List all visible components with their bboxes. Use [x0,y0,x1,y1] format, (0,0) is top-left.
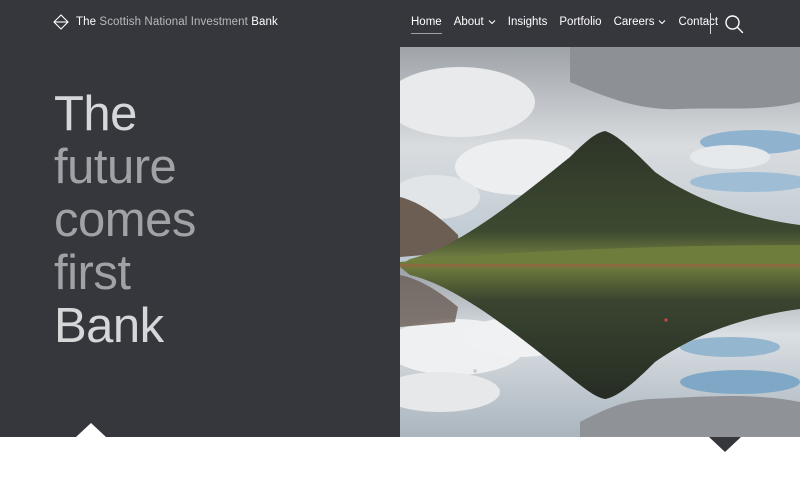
scroll-down-indicator[interactable] [709,437,741,452]
hero-title-line: future [54,140,177,194]
brand-suffix: Bank [251,16,278,28]
brand-middle: Scottish National Investment [99,16,248,28]
chevron-down-icon [659,20,666,25]
nav-item-label: Careers [613,16,655,28]
search-button[interactable] [724,14,744,34]
brand-name: The Scottish National Investment Bank [76,16,278,28]
chevron-down-icon [488,20,496,25]
nav-item-portfolio[interactable]: Portfolio [559,16,601,28]
nav-item-label: Portfolio [559,16,602,28]
hero-title-line: comes [54,193,196,247]
page: The Scottish National Investment Bank Ho… [0,0,800,500]
search-icon [725,15,744,34]
nav-item-home[interactable]: Home [411,16,442,34]
nav-item-careers[interactable]: Careers [614,16,667,28]
diamond-logo-icon [53,14,69,30]
hero-title-line: first [54,246,131,300]
nav-item-about[interactable]: About [454,16,496,28]
nav-item-label: Contact [678,16,719,28]
nav-item-label: Insights [507,16,548,28]
nav-item-insights[interactable]: Insights [508,16,548,28]
mountain-lake-image [400,47,800,437]
content-area [0,437,800,500]
brand-prefix: The [76,16,97,28]
hero-image [400,47,800,437]
hero-title: The future comes first Bank [54,88,196,353]
panel-notch [76,423,106,437]
nav-divider [710,13,711,34]
hero-title-line: Bank [54,299,164,353]
brand-logo[interactable]: The Scottish National Investment Bank [53,14,278,30]
hero-title-line: The [54,87,137,141]
nav-item-label: About [453,16,484,28]
site-header: The Scottish National Investment Bank Ho… [0,0,800,47]
main-nav: Home About Insights Portfolio Careers Co… [411,16,730,34]
nav-item-label: Home [411,16,442,28]
nav-item-contact[interactable]: Contact [678,16,718,28]
